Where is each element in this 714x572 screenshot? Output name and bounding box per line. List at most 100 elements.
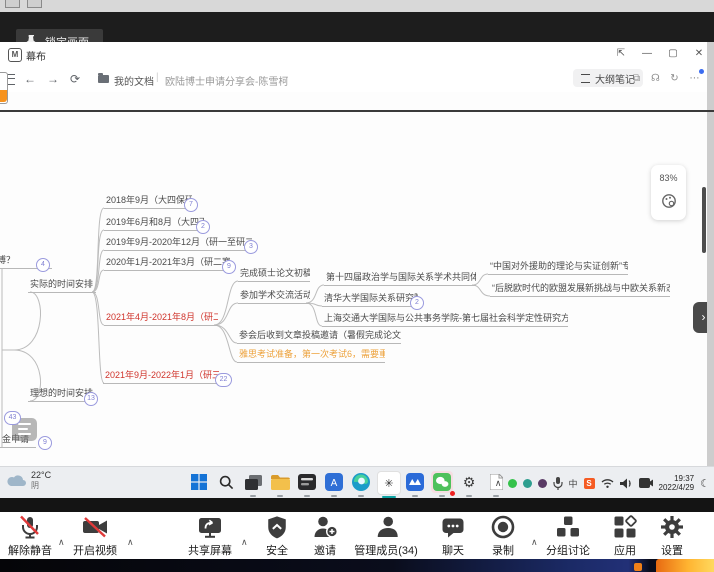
mindmap-node[interactable]: 参加学术交流活动 — [238, 290, 310, 304]
start-video-button[interactable]: 开启视频 — [73, 514, 117, 558]
search-icon[interactable] — [215, 471, 237, 493]
share-options-chevron[interactable]: ∧ — [241, 537, 248, 548]
folder-icon — [98, 75, 109, 83]
start-button[interactable] — [188, 471, 210, 493]
window-pin-button[interactable]: ⇱ — [613, 46, 629, 62]
window-maximize-button[interactable]: ▢ — [665, 46, 681, 62]
mindmap-node[interactable]: 2021年4月-2021年8月（研二下） — [104, 312, 218, 326]
record-button[interactable]: 录制 — [490, 514, 516, 558]
taskbar-clock[interactable]: 19:37 2022/4/29 — [659, 474, 695, 492]
support-icon[interactable]: ☊ — [648, 71, 663, 86]
wifi-icon[interactable] — [601, 478, 614, 488]
audio-options-chevron[interactable]: ∧ — [58, 537, 65, 548]
vertical-scrollbar[interactable] — [702, 187, 706, 253]
mindmap-node[interactable]: “中国对外援助的理论与实证创新”专题 — [488, 261, 628, 275]
taskbar-weather-widget[interactable]: 22°C 阴 — [7, 470, 51, 490]
window-minimize-button[interactable]: — — [639, 46, 655, 62]
task-view-icon[interactable] — [242, 471, 264, 493]
video-options-chevron[interactable]: ∧ — [127, 537, 134, 548]
node-count-badge[interactable]: 3 — [244, 240, 258, 254]
mindmap-node[interactable]: 完成硕士论文初稿 — [238, 268, 310, 282]
mindmap-node[interactable]: 第十四届政治学与国际关系学术共同体会议 — [324, 272, 476, 286]
theme-palette-icon[interactable] — [661, 193, 677, 209]
meeting-window-edge — [0, 498, 714, 512]
screen-share-top-bar: 锁定画面 — [0, 12, 714, 42]
mindmap-node[interactable]: 2020年1月-2021年3月（研二寒假） — [104, 257, 230, 271]
forward-button[interactable]: → — [47, 71, 59, 87]
background-desktop-strip — [0, 559, 714, 572]
tray-app-icon[interactable] — [538, 479, 547, 488]
sync-icon[interactable]: ↻ — [667, 71, 682, 86]
edge-tab-fragment — [0, 72, 8, 104]
focus-assist-moon-icon[interactable]: ☾ — [700, 477, 710, 490]
window-close-button[interactable]: ✕ — [691, 46, 707, 62]
invite-person-icon — [312, 514, 338, 540]
mindmap-node[interactable]: 2019年6月和8月（大四下） — [104, 217, 204, 231]
sogou-ime-icon[interactable]: S — [584, 478, 595, 489]
node-count-badge[interactable]: 7 — [184, 198, 198, 212]
collapsed-count-badge[interactable]: 43 — [4, 411, 21, 425]
microphone-tray-icon[interactable] — [553, 477, 563, 490]
breadcrumb-my-documents[interactable]: 我的文档 — [114, 73, 154, 88]
camera-tray-icon[interactable] — [639, 478, 653, 488]
invite-button[interactable]: 邀请 — [312, 514, 338, 558]
tray-shield-icon[interactable] — [523, 479, 532, 488]
record-options-chevron[interactable]: ∧ — [531, 537, 538, 548]
share-screen-button[interactable]: 共享屏幕 — [188, 514, 232, 558]
apps-icon — [612, 514, 638, 540]
speaker-icon[interactable] — [620, 478, 633, 489]
mindmap-node[interactable]: 2021年9月-2022年1月（研三上） — [103, 370, 219, 384]
share-icon[interactable]: ⧉ — [629, 71, 644, 86]
background-fragment — [656, 559, 714, 572]
meeting-toolbar: 解除静音 ∧ 开启视频 ∧ 共享屏幕 ∧ 安全 — [0, 512, 714, 559]
edge-browser-icon[interactable] — [350, 471, 372, 493]
clock-date: 2022/4/29 — [659, 483, 695, 492]
node-count-badge[interactable]: 9 — [38, 436, 52, 450]
back-button[interactable]: ← — [24, 71, 36, 87]
mindmap-node[interactable]: 2018年9月（大四保研） — [104, 195, 192, 209]
settings-app-icon[interactable]: ⚙ — [458, 471, 480, 493]
zoom-panel: 83% — [651, 165, 686, 220]
keyboard-app-icon[interactable] — [296, 471, 318, 493]
tray-wechat-icon[interactable] — [508, 479, 517, 488]
file-explorer-icon[interactable] — [269, 471, 291, 493]
node-count-badge[interactable]: 13 — [84, 392, 98, 406]
breakout-rooms-button[interactable]: 分组讨论 — [546, 514, 590, 558]
meeting-app-icon[interactable] — [404, 471, 426, 493]
mindmap-node[interactable]: 清华大学国际关系研究院 — [322, 293, 418, 307]
mubu-taskbar-icon[interactable]: ✳ — [377, 471, 401, 495]
chat-button[interactable]: 聊天 — [440, 514, 466, 558]
hidden-icons-chevron[interactable]: ∧ — [495, 478, 502, 489]
mindmap-node[interactable]: 参会后收到文章投稿邀请（暑假完成论文投稿） — [237, 330, 401, 344]
zoom-level[interactable]: 83% — [651, 173, 686, 183]
cloud-icon — [7, 474, 27, 487]
node-count-badge[interactable]: 9 — [222, 260, 236, 274]
breakout-rooms-icon — [555, 514, 581, 540]
microphone-muted-icon — [17, 514, 43, 540]
apps-button[interactable]: 应用 — [612, 514, 638, 558]
share-region-border — [0, 110, 714, 112]
node-count-badge[interactable]: 2 — [196, 220, 210, 234]
security-button[interactable]: 安全 — [265, 514, 289, 558]
unmute-button[interactable]: 解除静音 — [8, 514, 52, 558]
ime-icon[interactable]: 中 — [569, 477, 578, 490]
dictionary-app-icon[interactable]: A — [323, 471, 345, 493]
node-count-badge[interactable]: 2 — [410, 296, 424, 310]
settings-button[interactable]: 设置 — [659, 514, 685, 558]
mindmap-node[interactable]: 2019年9月-2020年12月（研一至研二上） — [104, 237, 252, 251]
breadcrumb-separator: | — [156, 72, 159, 83]
mindmap-node[interactable]: “后脱欧时代的欧盟发展新挑战与中欧关系新态势”专题 — [490, 283, 670, 297]
mindmap-node[interactable]: 实际的时间安排 — [28, 279, 96, 293]
node-count-badge[interactable]: 22 — [215, 373, 232, 387]
weather-desc: 阴 — [31, 481, 51, 490]
background-top-strip — [0, 0, 714, 12]
svg-text:A: A — [331, 478, 338, 489]
wechat-icon[interactable] — [431, 471, 453, 493]
refresh-button[interactable]: ⟳ — [70, 71, 80, 87]
node-count-badge[interactable]: 4 — [36, 258, 50, 272]
manage-members-button[interactable]: 管理成员(34) — [354, 514, 418, 558]
mindmap-canvas[interactable]: 读博？ 4 实际的时间安排 2018年9月（大四保研） 7 2019年6月和8月… — [0, 92, 707, 466]
weather-temp: 22°C — [31, 470, 51, 481]
mindmap-node[interactable]: 雅思考试准备，第一次考试6，需要重新考 — [237, 349, 385, 363]
mindmap-node[interactable]: 上海交通大学国际与公共事务学院-第七届社会科学定性研究方法班 — [322, 313, 568, 327]
